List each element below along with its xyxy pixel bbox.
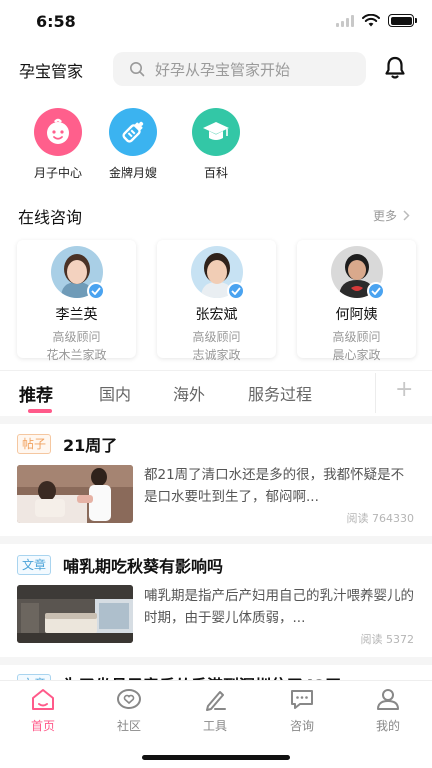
feed-item-header: 帖子 21周了 (17, 432, 117, 456)
bell-icon[interactable] (384, 56, 406, 80)
divider (0, 416, 432, 424)
tab-domestic[interactable]: 国内 (99, 381, 131, 405)
status-icons (336, 14, 417, 27)
search-icon (130, 62, 145, 77)
more-label: 更多 (372, 209, 397, 223)
nav-label: 首页 (30, 719, 55, 733)
consultant-name: 李兰英 (55, 307, 98, 323)
article-badge: 文章 (17, 555, 52, 575)
shortcut-label: 金牌月嫂 (108, 166, 157, 180)
home-indicator (142, 755, 290, 760)
home-icon (32, 689, 54, 710)
read-count: 阅读 5372 (360, 633, 415, 646)
feeding-bottle-icon (109, 108, 157, 156)
feed-item[interactable]: 文章 哺乳期吃秋葵有影响吗 哺乳期是指产后产妇用自己的乳汁喂养婴儿的时期，由于婴… (0, 553, 432, 663)
feed-item-title: 21周了 (63, 436, 118, 455)
consultant-card[interactable]: 张宏斌 高级顾问 志诚家政 (157, 240, 276, 362)
tab-overseas[interactable]: 海外 (173, 381, 205, 405)
nav-label: 工具 (202, 719, 227, 733)
post-badge: 帖子 (17, 434, 52, 454)
shortcut-encyclopedia[interactable]: 百科 (176, 108, 256, 181)
nav-community[interactable]: 社区 (99, 687, 159, 734)
consultant-name: 何阿姨 (335, 307, 378, 323)
nav-label: 社区 (116, 719, 141, 733)
tab-active-indicator (28, 409, 52, 413)
feed-item-excerpt: 哺乳期是指产后产妇用自己的乳汁喂养婴儿的时期，由于婴儿体质弱，... (144, 588, 414, 626)
divider (0, 536, 432, 544)
nav-home[interactable]: 首页 (13, 687, 73, 734)
section-title-consult: 在线咨询 (18, 208, 83, 227)
baby-face-icon (34, 108, 82, 156)
avatar (50, 246, 105, 300)
chevron-right-icon (403, 210, 410, 221)
search-input[interactable]: 好孕从孕宝管家开始 (113, 52, 366, 86)
shortcut-gold-nanny[interactable]: 金牌月嫂 (93, 108, 173, 181)
user-icon (377, 689, 399, 710)
consultant-list: 李兰英 高级顾问 花木兰家政 张宏斌 高级顾问 志诚家政 何阿姨 高级顾问 晨心… (17, 240, 417, 362)
consultant-name: 张宏斌 (195, 307, 238, 323)
consultant-title: 高级顾问 (192, 330, 241, 344)
status-bar: 6:58 (0, 0, 432, 44)
feed-item-excerpt: 都21周了清口水还是多的很，我都怀疑是不是口水要吐到生了，郁闷啊... (144, 467, 405, 505)
tab-service-process[interactable]: 服务过程 (248, 381, 312, 405)
verified-icon (86, 282, 105, 300)
consultant-org: 晨心家政 (332, 348, 381, 362)
app-title: 孕宝管家 (19, 62, 84, 81)
nav-tools[interactable]: 工具 (185, 687, 245, 734)
feed-item-header: 文章 哺乳期吃秋葵有影响吗 (17, 553, 223, 577)
consultant-title: 高级顾问 (332, 330, 381, 344)
avatar (330, 246, 385, 300)
feed-thumbnail (17, 585, 133, 643)
more-link[interactable]: 更多 (373, 207, 410, 224)
shortcut-label: 月子中心 (33, 166, 82, 180)
feed-tabs: 推荐 国内 海外 服务过程 + (0, 370, 432, 416)
shortcut-grid: 月子中心 金牌月嫂 百科 (0, 108, 300, 180)
chat-icon (291, 690, 313, 709)
graduation-cap-icon (192, 108, 240, 156)
verified-icon (226, 282, 245, 300)
consultant-card[interactable]: 李兰英 高级顾问 花木兰家政 (17, 240, 136, 362)
feed-thumbnail (17, 465, 133, 523)
divider (0, 657, 432, 665)
nav-label: 我的 (375, 719, 400, 733)
consultant-org: 志诚家政 (192, 348, 241, 362)
nav-label: 咨询 (289, 719, 314, 733)
consultant-card[interactable]: 何阿姨 高级顾问 晨心家政 (297, 240, 416, 362)
read-count: 阅读 764330 (346, 512, 415, 525)
consultant-org: 花木兰家政 (46, 348, 107, 362)
shortcut-label: 百科 (203, 166, 228, 180)
tab-divider (375, 373, 376, 413)
signal-icon (336, 14, 354, 27)
shortcut-confinement-center[interactable]: 月子中心 (18, 108, 98, 181)
add-tab-button[interactable]: + (395, 377, 413, 402)
consultant-title: 高级顾问 (52, 330, 101, 344)
app-header: 孕宝管家 好孕从孕宝管家开始 (0, 48, 432, 88)
search-placeholder: 好孕从孕宝管家开始 (155, 60, 291, 79)
battery-icon (388, 14, 417, 27)
verified-icon (366, 282, 385, 300)
tab-recommend[interactable]: 推荐 (19, 381, 53, 406)
feed-item-title: 哺乳期吃秋葵有影响吗 (63, 557, 224, 576)
tools-icon (206, 691, 226, 711)
feed-item[interactable]: 帖子 21周了 都21周了清口水还是多的很，我都怀疑是不是口水要吐到生了，郁闷啊… (0, 432, 432, 542)
avatar (190, 246, 245, 300)
nav-mine[interactable]: 我的 (358, 687, 418, 734)
nav-consult[interactable]: 咨询 (272, 687, 332, 734)
community-icon (117, 689, 141, 709)
wifi-icon (362, 14, 380, 27)
status-time: 6:58 (36, 12, 76, 31)
